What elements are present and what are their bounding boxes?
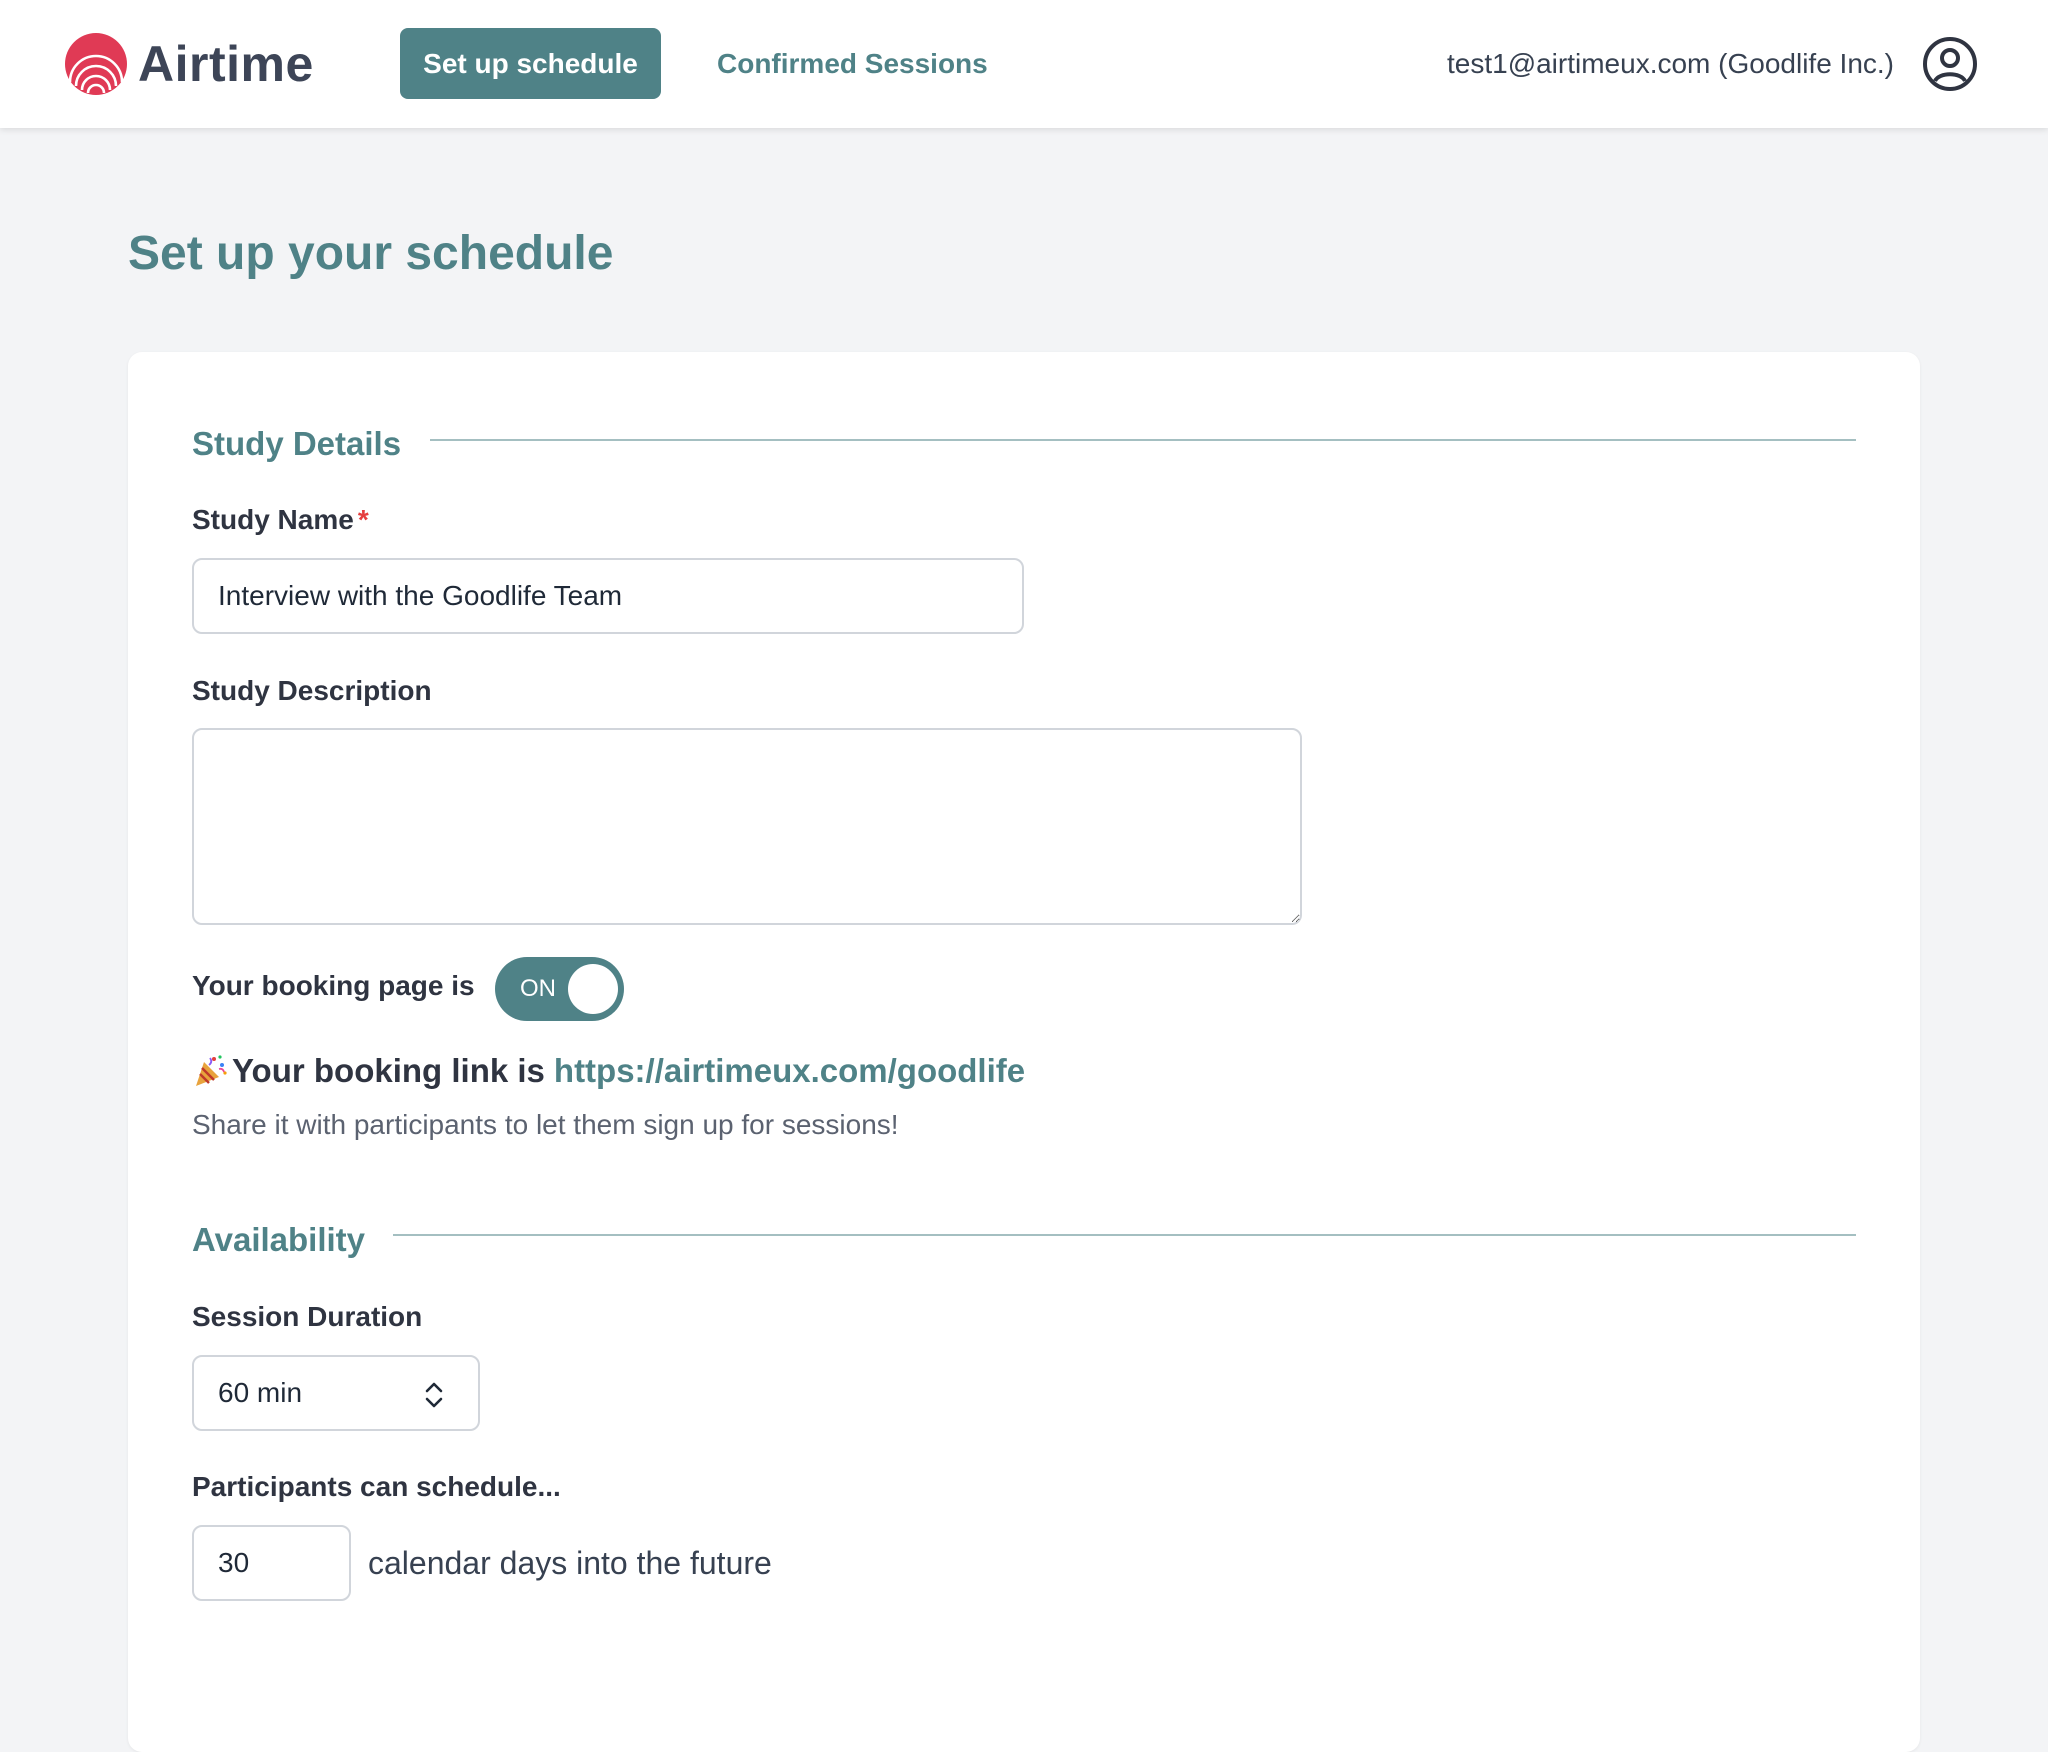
user-account-label: test1@airtimeux.com (Goodlife Inc.) [1446,47,1894,79]
section-divider [430,439,1856,441]
toggle-state-text: ON [520,975,556,1002]
study-name-input[interactable] [192,558,1024,634]
booking-link-line: Your booking link is https://airtimeux.c… [192,1052,1025,1090]
days-into-future-suffix: calendar days into the future [368,1544,772,1581]
schedule-form-card: Study Details Study Name* Study Descript… [128,352,1920,1752]
share-hint-text: Share it with participants to let them s… [192,1109,899,1140]
toggle-knob [568,964,618,1014]
days-into-future-input[interactable] [192,1525,351,1601]
booking-link-prefix: Your booking link is [232,1052,545,1089]
chevron-up-down-icon [425,1382,443,1408]
study-name-label-text: Study Name [192,504,354,535]
page-title: Set up your schedule [128,227,614,280]
booking-page-toggle-label: Your booking page is [192,970,475,1001]
logo-text: Airtime [138,36,314,92]
study-details-heading: Study Details [192,425,402,462]
booking-page-toggle[interactable]: ON [495,957,624,1021]
section-divider [393,1234,1856,1236]
session-duration-value: 60 min [218,1377,303,1408]
nav-confirmed-sessions-link[interactable]: Confirmed Sessions [717,28,988,99]
participants-schedule-label: Participants can schedule... [192,1471,561,1502]
required-marker: * [357,504,369,535]
session-duration-select[interactable]: 60 min [192,1355,480,1431]
session-duration-label: Session Duration [192,1301,423,1332]
availability-heading: Availability [192,1221,366,1258]
top-nav-bar: Airtime Set up schedule Confirmed Sessio… [0,0,2048,128]
airtime-logo[interactable]: Airtime [62,30,314,98]
party-popper-icon [196,1055,227,1086]
study-name-label: Study Name * [192,504,369,536]
study-description-textarea[interactable] [192,728,1302,925]
study-description-label: Study Description [192,675,432,706]
booking-link-url[interactable]: https://airtimeux.com/goodlife [554,1052,1025,1090]
user-circle-icon[interactable] [1922,36,1978,92]
nav-set-up-schedule-button[interactable]: Set up schedule [400,28,661,99]
airtime-logo-icon [65,33,127,95]
